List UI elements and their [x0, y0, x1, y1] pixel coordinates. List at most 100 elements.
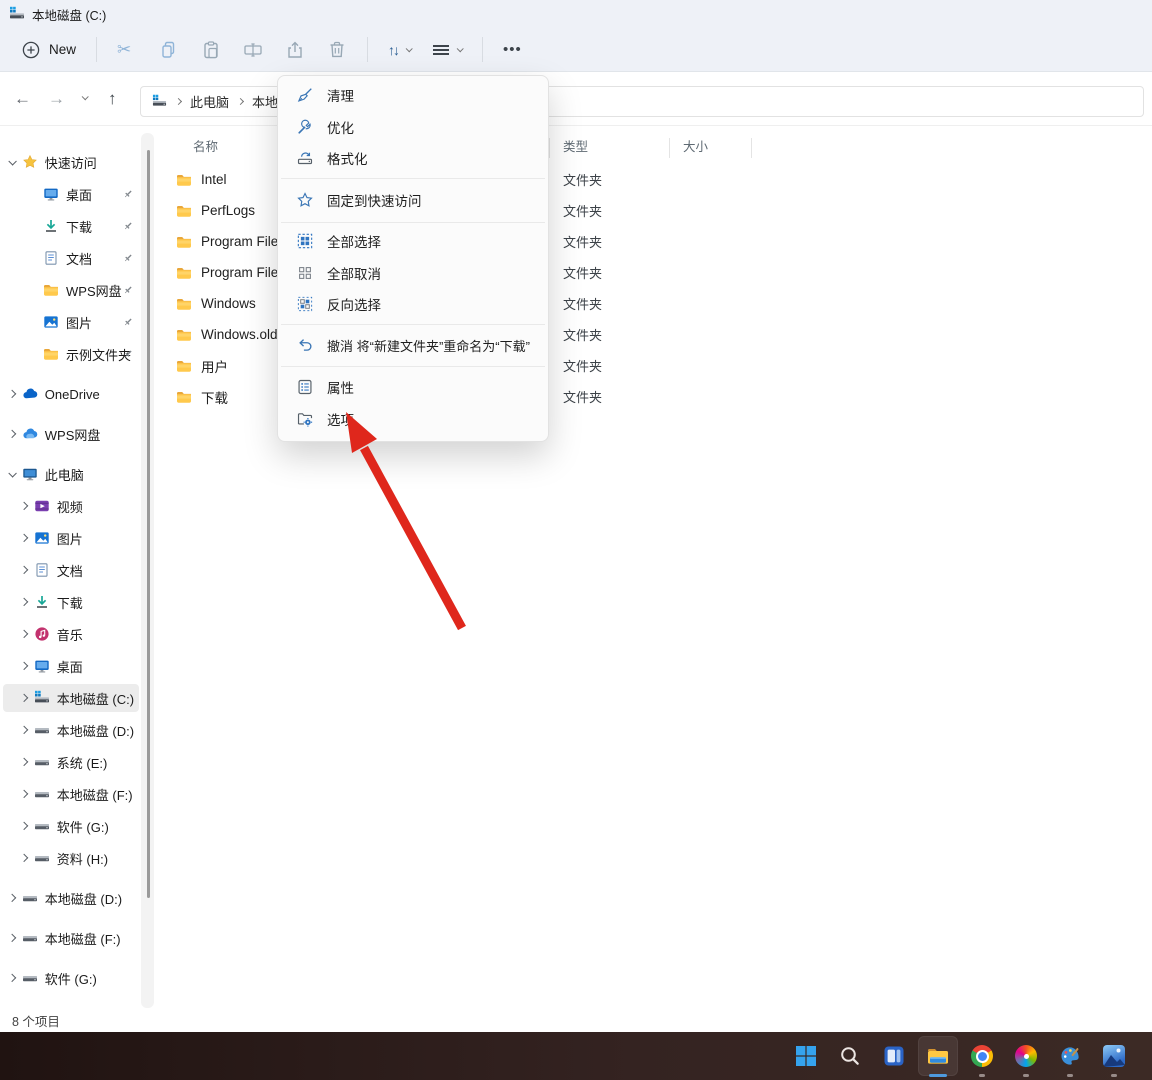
file-type: 文件夹 [563, 263, 602, 282]
sidebar-item-this-pc[interactable]: 此电脑 [3, 460, 139, 488]
column-divider[interactable] [669, 138, 670, 158]
chevron-right-icon[interactable] [20, 598, 28, 606]
sidebar-item-music[interactable]: 音乐 [3, 620, 139, 648]
menu-item-properties[interactable]: 属性 [285, 372, 541, 402]
sidebar-item-local-disk-c[interactable]: 本地磁盘 (C:) [3, 684, 139, 712]
back-button[interactable]: ← [14, 88, 31, 110]
sidebar-item-videos[interactable]: 视频 [3, 492, 139, 520]
sidebar-item-local-disk-d[interactable]: 本地磁盘 (D:) [3, 716, 139, 744]
sort-button[interactable]: ↑↓ [377, 36, 422, 64]
chevron-down-icon[interactable] [9, 469, 17, 477]
sidebar-item-wps-cloud[interactable]: WPS网盘 [3, 420, 139, 448]
sidebar-item-pictures[interactable]: 图片 [3, 308, 139, 336]
taskbar-photo-viewer[interactable] [1094, 1036, 1134, 1076]
file-name: Program Files [201, 234, 285, 249]
chevron-right-icon[interactable] [20, 630, 28, 638]
sidebar-item-local-disk-f-root[interactable]: 本地磁盘 (F:) [3, 924, 139, 952]
new-button[interactable]: New [10, 34, 87, 66]
chevron-right-icon[interactable] [8, 894, 16, 902]
menu-item-select-none[interactable]: 全部取消 [285, 258, 541, 288]
column-header-name[interactable]: 名称 [193, 136, 218, 155]
sidebar-item-system-e[interactable]: 系统 (E:) [3, 748, 139, 776]
chevron-right-icon[interactable] [20, 726, 28, 734]
menu-item-select-all[interactable]: 全部选择 [285, 226, 541, 256]
menu-item-optimize[interactable]: 优化 [285, 112, 541, 142]
taskbar-chrome[interactable] [962, 1036, 1002, 1076]
chevron-right-icon[interactable] [8, 430, 16, 438]
chevron-right-icon[interactable] [8, 390, 16, 398]
sidebar-item-quick-access[interactable]: 快速访问 [3, 148, 139, 176]
sidebar-item-desktop[interactable]: 桌面 [3, 180, 139, 208]
sidebar-item-local-disk-d-root[interactable]: 本地磁盘 (D:) [3, 884, 139, 912]
sidebar-item-pictures[interactable]: 图片 [3, 524, 139, 552]
copy-button[interactable] [148, 34, 190, 66]
file-type: 文件夹 [563, 325, 602, 344]
recent-locations-chevron-icon[interactable] [82, 93, 89, 100]
chevron-right-icon[interactable] [20, 854, 28, 862]
chevron-right-icon[interactable] [20, 790, 28, 798]
menu-item-invert-selection[interactable]: 反向选择 [285, 289, 541, 319]
select-all-icon [296, 232, 314, 250]
menu-separator [281, 222, 545, 223]
sidebar-item-onedrive[interactable]: OneDrive [3, 380, 139, 408]
menu-item-options[interactable]: 选项 [285, 404, 541, 434]
breadcrumb-chevron-icon [175, 98, 182, 105]
sidebar-item-software-g-root[interactable]: 软件 (G:) [3, 964, 139, 992]
invert-selection-icon [296, 295, 314, 313]
sidebar-item-downloads[interactable]: 下载 [3, 212, 139, 240]
menu-item-label: 选项 [327, 409, 354, 429]
sidebar-item-desktop[interactable]: 桌面 [3, 652, 139, 680]
pin-icon [122, 220, 134, 232]
chevron-right-icon[interactable] [20, 694, 28, 702]
chevron-right-icon[interactable] [20, 822, 28, 830]
breadcrumb-this-pc[interactable]: 此电脑 [190, 92, 229, 111]
document-icon [43, 250, 59, 266]
chevron-right-icon[interactable] [20, 662, 28, 670]
delete-button[interactable] [316, 34, 358, 66]
chevron-right-icon[interactable] [20, 534, 28, 542]
chevron-right-icon[interactable] [20, 758, 28, 766]
sidebar-item-data-h[interactable]: 资料 (H:) [3, 844, 139, 872]
sidebar-item-sample-folder[interactable]: 示例文件夹 [3, 340, 139, 368]
chevron-right-icon[interactable] [20, 566, 28, 574]
chevron-right-icon[interactable] [8, 934, 16, 942]
column-header-type[interactable]: 类型 [563, 136, 588, 155]
see-more-button[interactable]: ••• [492, 35, 533, 64]
menu-item-label: 属性 [327, 377, 354, 397]
file-name: 下载 [201, 387, 228, 407]
taskbar-photos[interactable] [1006, 1036, 1046, 1076]
taskbar [0, 1032, 1152, 1080]
share-button[interactable] [274, 34, 316, 66]
view-button[interactable] [422, 37, 473, 63]
rename-button[interactable] [232, 34, 274, 66]
cut-button[interactable]: ✂ [106, 34, 148, 66]
chevron-right-icon[interactable] [20, 502, 28, 510]
sidebar-item-documents[interactable]: 文档 [3, 244, 139, 272]
taskbar-paint[interactable] [1050, 1036, 1090, 1076]
chevron-down-icon[interactable] [9, 157, 17, 165]
sidebar-item-wps-folder[interactable]: WPS网盘 [3, 276, 139, 304]
forward-button[interactable]: → [48, 88, 65, 110]
paste-button[interactable] [190, 34, 232, 66]
sidebar-item-software-g[interactable]: 软件 (G:) [3, 812, 139, 840]
chevron-right-icon[interactable] [8, 974, 16, 982]
menu-item-format[interactable]: 格式化 [285, 143, 541, 173]
taskbar-file-explorer[interactable] [918, 1036, 958, 1076]
search-button[interactable] [830, 1036, 870, 1076]
menu-item-clean-up[interactable]: 清理 [285, 80, 541, 110]
column-divider[interactable] [549, 138, 550, 158]
sidebar-item-local-disk-f[interactable]: 本地磁盘 (F:) [3, 780, 139, 808]
sidebar-scrollbar-thumb[interactable] [147, 150, 150, 898]
sidebar-item-downloads[interactable]: 下载 [3, 588, 139, 616]
sidebar-item-label: 软件 (G:) [45, 969, 97, 988]
sidebar-item-documents[interactable]: 文档 [3, 556, 139, 584]
drive-icon [152, 94, 167, 109]
column-header-size[interactable]: 大小 [683, 136, 708, 155]
start-button[interactable] [786, 1036, 826, 1076]
up-button[interactable]: ↑ [108, 88, 117, 110]
sidebar-item-label: 图片 [66, 313, 92, 332]
menu-item-pin-to-quick-access[interactable]: 固定到快速访问 [285, 185, 541, 215]
menu-item-undo-rename[interactable]: 撤消 将“新建文件夹”重命名为“下载” [285, 330, 541, 360]
widgets-button[interactable] [874, 1036, 914, 1076]
column-divider[interactable] [751, 138, 752, 158]
